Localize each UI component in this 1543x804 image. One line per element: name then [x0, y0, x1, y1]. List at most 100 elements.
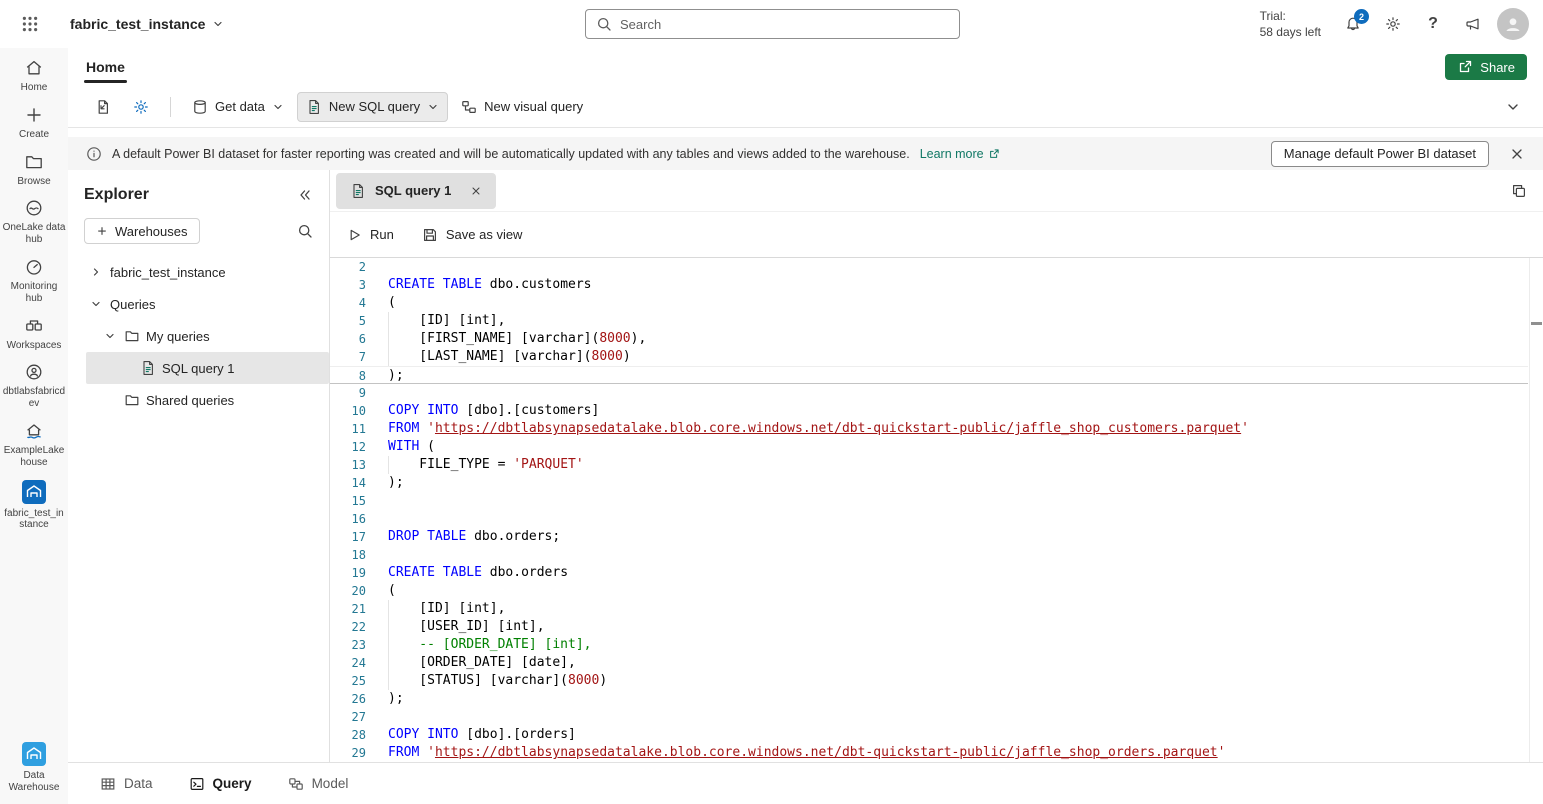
tree-item-fabric-test-instance[interactable]: fabric_test_instance: [68, 256, 329, 288]
waffle-menu-icon[interactable]: [14, 8, 46, 40]
code-line-14[interactable]: 14);: [330, 474, 1528, 492]
code-line-21[interactable]: 21 [ID] [int],: [330, 600, 1528, 618]
code-line-11[interactable]: 11FROM 'https://dbtlabsynapsedatalake.bl…: [330, 420, 1528, 438]
new-visual-query-button[interactable]: New visual query: [452, 92, 592, 122]
new-sql-query-button[interactable]: New SQL query: [297, 92, 448, 122]
collapse-ribbon-icon[interactable]: [1505, 99, 1525, 115]
chevron-down-icon: [102, 328, 118, 344]
code-line-4[interactable]: 4(: [330, 294, 1528, 312]
rail-item-workspaces[interactable]: Workspaces: [2, 316, 66, 352]
code-line-16[interactable]: 16: [330, 510, 1528, 528]
code-line-6[interactable]: 6 [FIRST_NAME] [varchar](8000),: [330, 330, 1528, 348]
code-line-22[interactable]: 22 [USER_ID] [int],: [330, 618, 1528, 636]
query-editor-area: SQL query 1 Run Save as view 23CREATE TA…: [330, 170, 1543, 762]
copy-icon[interactable]: [1511, 183, 1527, 199]
learn-more-link[interactable]: Learn more: [920, 147, 1000, 161]
tab-query[interactable]: Query: [189, 776, 252, 792]
account-avatar[interactable]: [1497, 8, 1529, 40]
home-icon: [24, 58, 44, 78]
save-as-view-button[interactable]: Save as view: [422, 227, 523, 243]
warehouses-button[interactable]: Warehouses: [84, 218, 200, 244]
sql-editor[interactable]: 23CREATE TABLE dbo.customers4(5 [ID] [in…: [330, 258, 1543, 762]
code-line-8[interactable]: 8);: [330, 366, 1528, 384]
tree-item-my-queries[interactable]: My queries: [68, 320, 329, 352]
rail-item-browse[interactable]: Browse: [2, 152, 66, 188]
code-line-19[interactable]: 19CREATE TABLE dbo.orders: [330, 564, 1528, 582]
left-nav-rail: Home Create Browse OneLake data hub Moni…: [0, 48, 68, 804]
code-line-2[interactable]: 2: [330, 258, 1528, 276]
code-text: [ORDER_DATE] [date],: [388, 654, 1528, 672]
tree-item-sql-query-1[interactable]: SQL query 1: [86, 352, 329, 384]
code-line-24[interactable]: 24 [ORDER_DATE] [date],: [330, 654, 1528, 672]
rail-item-dbtlabsfabricdev[interactable]: dbtlabsfabricdev: [2, 362, 66, 410]
run-icon: [346, 227, 362, 243]
code-line-7[interactable]: 7 [LAST_NAME] [varchar](8000): [330, 348, 1528, 366]
code-line-25[interactable]: 25 [STATUS] [varchar](8000): [330, 672, 1528, 690]
code-line-20[interactable]: 20(: [330, 582, 1528, 600]
sql-file-icon: [350, 183, 366, 199]
search-box[interactable]: [585, 9, 960, 39]
rail-item-onelake-data-hub[interactable]: OneLake data hub: [2, 198, 66, 246]
manage-dataset-button[interactable]: Manage default Power BI dataset: [1271, 141, 1489, 167]
help-button[interactable]: ?: [1417, 8, 1449, 40]
code-line-13[interactable]: 13 FILE_TYPE = 'PARQUET': [330, 456, 1528, 474]
code-line-9[interactable]: 9: [330, 384, 1528, 402]
collapse-explorer-icon[interactable]: [297, 187, 313, 203]
code-line-3[interactable]: 3CREATE TABLE dbo.customers: [330, 276, 1528, 294]
editor-scrollbar[interactable]: [1529, 258, 1543, 762]
folder-icon: [124, 328, 140, 344]
code-line-29[interactable]: 29FROM 'https://dbtlabsynapsedatalake.bl…: [330, 744, 1528, 762]
code-line-12[interactable]: 12WITH (: [330, 438, 1528, 456]
chevron-down-icon: [427, 101, 439, 113]
workspaces-icon: [24, 316, 44, 336]
rail-item-home[interactable]: Home: [2, 58, 66, 94]
warehouse-settings-button[interactable]: [124, 92, 158, 122]
code-line-18[interactable]: 18: [330, 546, 1528, 564]
code-lines: 23CREATE TABLE dbo.customers4(5 [ID] [in…: [330, 258, 1543, 762]
search-input[interactable]: [620, 17, 949, 32]
tab-home[interactable]: Home: [84, 55, 127, 79]
code-line-5[interactable]: 5 [ID] [int],: [330, 312, 1528, 330]
code-line-28[interactable]: 28COPY INTO [dbo].[orders]: [330, 726, 1528, 744]
feedback-button[interactable]: [1457, 8, 1489, 40]
line-number: 14: [330, 474, 366, 492]
code-text: );: [388, 474, 1528, 492]
tab-sql-query-1[interactable]: SQL query 1: [336, 173, 496, 209]
rail-item-data-warehouse[interactable]: Data Warehouse: [2, 742, 66, 794]
rail-item-create[interactable]: Create: [2, 105, 66, 141]
code-text: WITH (: [388, 438, 1528, 456]
code-line-23[interactable]: 23 -- [ORDER_DATE] [int],: [330, 636, 1528, 654]
rail-item-monitoring-hub[interactable]: Monitoring hub: [2, 257, 66, 305]
tab-data[interactable]: Data: [100, 776, 153, 792]
trial-status: Trial: 58 days left: [1260, 8, 1321, 40]
code-text: DROP TABLE dbo.orders;: [388, 528, 1528, 546]
code-line-17[interactable]: 17DROP TABLE dbo.orders;: [330, 528, 1528, 546]
rail-item-fabric-test-instance[interactable]: fabric_test_instance: [2, 480, 66, 532]
get-data-button[interactable]: Get data: [183, 92, 293, 122]
code-text: COPY INTO [dbo].[customers]: [388, 402, 1528, 420]
rail-item-examplelakehouse[interactable]: ExampleLakehouse: [2, 421, 66, 469]
settings-gear-icon: [133, 99, 149, 115]
code-line-26[interactable]: 26);: [330, 690, 1528, 708]
code-line-15[interactable]: 15: [330, 492, 1528, 510]
explorer-search-icon[interactable]: [297, 223, 313, 239]
new-report-button[interactable]: [86, 92, 120, 122]
tree-item-queries[interactable]: Queries: [68, 288, 329, 320]
code-line-27[interactable]: 27: [330, 708, 1528, 726]
tree-item-shared-queries[interactable]: Shared queries: [68, 384, 329, 416]
notifications-button[interactable]: 2: [1337, 8, 1369, 40]
settings-button[interactable]: [1377, 8, 1409, 40]
run-button[interactable]: Run: [346, 227, 394, 243]
line-number: 20: [330, 582, 366, 600]
code-line-10[interactable]: 10COPY INTO [dbo].[customers]: [330, 402, 1528, 420]
line-number: 24: [330, 654, 366, 672]
share-button[interactable]: Share: [1445, 54, 1527, 80]
close-tab-icon[interactable]: [470, 185, 482, 197]
tab-model[interactable]: Model: [288, 776, 349, 792]
command-bar: Get data New SQL query New visual query: [68, 86, 1543, 128]
close-banner-icon[interactable]: [1509, 146, 1525, 162]
line-number: 18: [330, 546, 366, 564]
workspace-switcher[interactable]: fabric_test_instance: [70, 16, 224, 32]
report-page-icon: [95, 99, 111, 115]
help-icon: ?: [1428, 15, 1438, 33]
